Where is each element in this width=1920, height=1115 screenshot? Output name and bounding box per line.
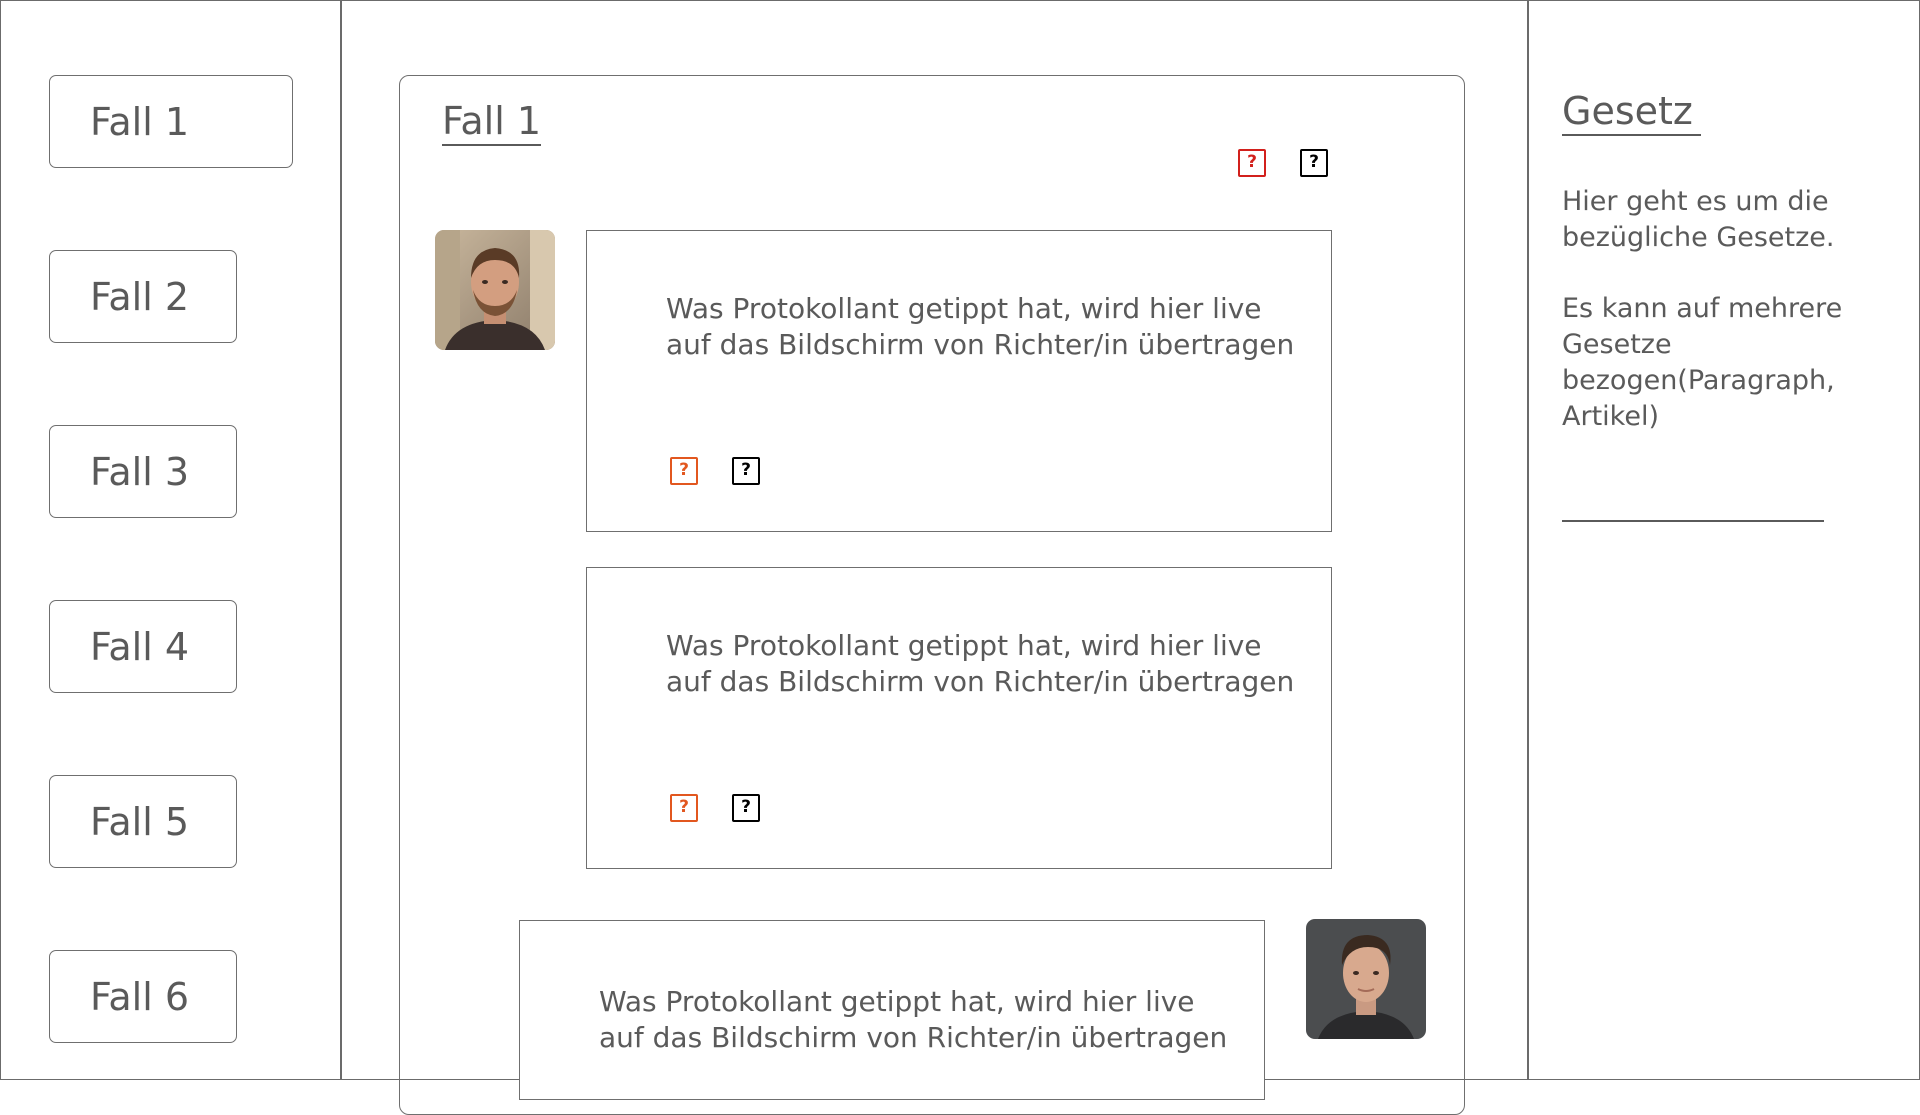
message-card (586, 230, 1332, 532)
law-reference-note: Es kann auf mehrere Gesetze bezogen(Para… (1562, 293, 1843, 432)
law-description: Hier geht es um die bezügliche Gesetze. (1562, 186, 1835, 253)
help-icon[interactable]: ? (670, 794, 698, 822)
case-button-1[interactable]: Fall 1 (49, 75, 293, 168)
help-icon[interactable]: ? (732, 457, 760, 485)
help-icon[interactable]: ? (1300, 149, 1328, 177)
case-button-4[interactable]: Fall 4 (49, 600, 237, 693)
message-text: Was Protokollant getippt hat, wird hier … (666, 292, 1295, 361)
divider (1562, 520, 1824, 522)
message-text: Was Protokollant getippt hat, wird hier … (666, 629, 1295, 698)
law-panel: Gesetz Hier geht es um die bezügliche Ge… (1527, 0, 1920, 1080)
avatar (435, 230, 555, 350)
help-icon[interactable]: ? (670, 457, 698, 485)
case-button-2[interactable]: Fall 2 (49, 250, 237, 343)
person-avatar-icon (1306, 919, 1426, 1039)
law-title: Gesetz (1562, 88, 1701, 136)
message-card (586, 567, 1332, 869)
case-sidebar: Fall 1 Fall 2 Fall 3 Fall 4 Fall 5 Fall … (0, 0, 342, 1080)
case-button-3[interactable]: Fall 3 (49, 425, 237, 518)
message-text: Was Protokollant getippt hat, wird hier … (599, 985, 1228, 1054)
person-avatar-icon (435, 230, 555, 350)
help-icon[interactable]: ? (732, 794, 760, 822)
case-button-5[interactable]: Fall 5 (49, 775, 237, 868)
case-title: Fall 1 (442, 98, 542, 146)
help-icon[interactable]: ? (1238, 149, 1266, 177)
avatar (1306, 919, 1426, 1039)
case-button-6[interactable]: Fall 6 (49, 950, 237, 1043)
